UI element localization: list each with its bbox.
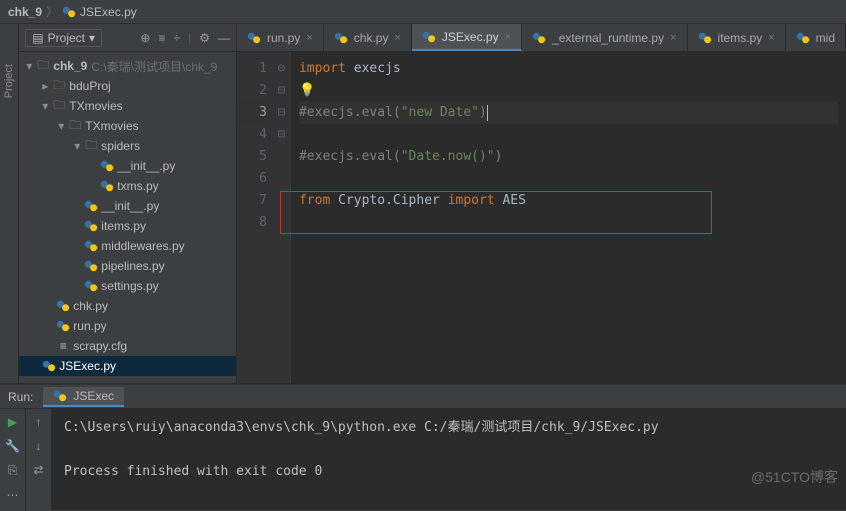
gear-icon[interactable]: ⚙: [199, 31, 210, 45]
close-icon[interactable]: ×: [670, 32, 676, 44]
python-file-icon: [41, 359, 57, 373]
tab-external[interactable]: _external_runtime.py×: [522, 24, 688, 51]
project-icon: ▤: [32, 31, 43, 45]
folder-icon: [51, 96, 67, 117]
close-icon[interactable]: ×: [505, 31, 511, 43]
python-file-icon: [247, 31, 261, 45]
package-icon: [83, 136, 99, 157]
left-tool-gutter[interactable]: Project: [0, 24, 19, 383]
tree-file-items[interactable]: items.py: [19, 216, 236, 236]
tab-items[interactable]: items.py×: [688, 24, 786, 51]
project-tree[interactable]: ▾ chk_9 C:\秦瑞\测试项目\chk_9 ▸ bduProj ▾ TXm…: [19, 52, 236, 383]
expand-icon[interactable]: ≡: [158, 31, 165, 45]
python-file-icon: [796, 31, 810, 45]
breadcrumb-sep: 〉: [46, 3, 58, 20]
python-file-icon: [99, 159, 115, 173]
project-pane: ▤ Project ▾ ⊕ ≡ ÷ | ⚙ — ▾ chk_9 C:\秦瑞\测试…: [19, 24, 237, 383]
python-file-icon: [62, 5, 76, 19]
more-icon[interactable]: ⋯: [7, 488, 19, 502]
tree-folder-bduproj[interactable]: ▸ bduProj: [19, 76, 236, 96]
tree-file-txms[interactable]: txms.py: [19, 176, 236, 196]
python-file-icon: [99, 179, 115, 193]
python-file-icon: [53, 389, 67, 403]
tree-file-jsexec[interactable]: JSExec.py: [19, 356, 236, 376]
python-file-icon: [698, 31, 712, 45]
python-file-icon: [83, 279, 99, 293]
python-file-icon: [55, 299, 71, 313]
run-toolbar-secondary: ↑ ↓ ⇄: [26, 409, 52, 510]
tree-file-scrapycfg[interactable]: ≡ scrapy.cfg: [19, 336, 236, 356]
tree-file-middlewares[interactable]: middlewares.py: [19, 236, 236, 256]
python-file-icon: [83, 219, 99, 233]
run-panel: Run: JSExec ▶ 🔧 ⎘ ⋯ ↑ ↓ ⇄ C:\Users\ruiy\…: [0, 384, 846, 510]
tree-file-chk[interactable]: chk.py: [19, 296, 236, 316]
line-gutter: 1 2 3 4 5 6 7 8: [237, 52, 273, 383]
console-result: Process finished with exit code 0: [64, 461, 834, 483]
text-caret: [487, 105, 488, 121]
tree-folder-txmovies[interactable]: ▾ TXmovies: [19, 96, 236, 116]
rerun-icon[interactable]: ▶: [8, 415, 17, 429]
tree-file-init[interactable]: __init__.py: [19, 196, 236, 216]
code-area[interactable]: import execjs 💡 #execjs.eval("new Date")…: [291, 52, 846, 383]
tree-root[interactable]: ▾ chk_9 C:\秦瑞\测试项目\chk_9: [19, 56, 236, 76]
toolbar-sep: |: [188, 31, 191, 45]
tab-mid[interactable]: mid: [786, 24, 846, 51]
python-file-icon: [55, 319, 71, 333]
fold-gutter[interactable]: ⊖⊟⊟⊟: [273, 52, 291, 383]
project-header: ▤ Project ▾ ⊕ ≡ ÷ | ⚙ —: [19, 24, 236, 52]
close-icon[interactable]: ×: [768, 32, 774, 44]
locate-icon[interactable]: ⊕: [140, 31, 150, 45]
editor-body[interactable]: 1 2 3 4 5 6 7 8 ⊖⊟⊟⊟ import execjs 💡 #ex…: [237, 52, 846, 383]
python-file-icon: [83, 199, 99, 213]
run-toolbar-primary: ▶ 🔧 ⎘ ⋯: [0, 409, 26, 510]
close-icon[interactable]: ×: [306, 32, 312, 44]
python-file-icon: [422, 30, 436, 44]
project-dropdown[interactable]: ▤ Project ▾: [25, 29, 102, 47]
run-header: Run: JSExec: [0, 385, 846, 409]
python-file-icon: [334, 31, 348, 45]
tree-file-run[interactable]: run.py: [19, 316, 236, 336]
python-file-icon: [83, 239, 99, 253]
breadcrumb-root[interactable]: chk_9: [8, 5, 42, 19]
tab-run[interactable]: run.py×: [237, 24, 324, 51]
folder-icon: [35, 56, 51, 77]
console-cmd: C:\Users\ruiy\anaconda3\envs\chk_9\pytho…: [64, 417, 834, 439]
tree-file-settings[interactable]: settings.py: [19, 276, 236, 296]
python-file-icon: [83, 259, 99, 273]
chevron-down-icon: ▾: [89, 31, 95, 45]
filter-icon[interactable]: ⇄: [33, 463, 43, 477]
tree-file-pipelines[interactable]: pipelines.py: [19, 256, 236, 276]
text-file-icon: ≡: [55, 339, 71, 353]
editor-area: run.py× chk.py× JSExec.py× _external_run…: [237, 24, 846, 383]
python-file-icon: [532, 31, 546, 45]
breadcrumb: chk_9 〉 JSExec.py: [0, 0, 846, 24]
collapse-icon[interactable]: ÷: [173, 31, 180, 45]
tree-pkg-spiders[interactable]: ▾ spiders: [19, 136, 236, 156]
folder-icon: [51, 76, 67, 97]
intention-bulb-icon[interactable]: 💡: [299, 83, 315, 98]
tree-pkg-txmovies[interactable]: ▾ TXmovies: [19, 116, 236, 136]
project-title: Project: [48, 31, 85, 45]
wrench-icon[interactable]: 🔧: [5, 439, 20, 453]
tab-chk[interactable]: chk.py×: [324, 24, 412, 51]
stack-icon[interactable]: ⎘: [8, 463, 18, 478]
tab-jsexec[interactable]: JSExec.py×: [412, 24, 522, 51]
up-icon[interactable]: ↑: [36, 415, 42, 429]
tree-file-spiders-init[interactable]: __init__.py: [19, 156, 236, 176]
breadcrumb-file[interactable]: JSExec.py: [80, 5, 137, 19]
hide-icon[interactable]: —: [218, 31, 230, 45]
close-icon[interactable]: ×: [394, 32, 400, 44]
down-icon[interactable]: ↓: [36, 439, 42, 453]
run-tab[interactable]: JSExec: [43, 387, 124, 407]
package-icon: [67, 116, 83, 137]
project-side-label[interactable]: Project: [3, 64, 15, 98]
editor-tabs: run.py× chk.py× JSExec.py× _external_run…: [237, 24, 846, 52]
watermark: @51CTO博客: [751, 467, 838, 487]
run-label: Run:: [8, 390, 33, 404]
console-output[interactable]: C:\Users\ruiy\anaconda3\envs\chk_9\pytho…: [52, 409, 846, 510]
